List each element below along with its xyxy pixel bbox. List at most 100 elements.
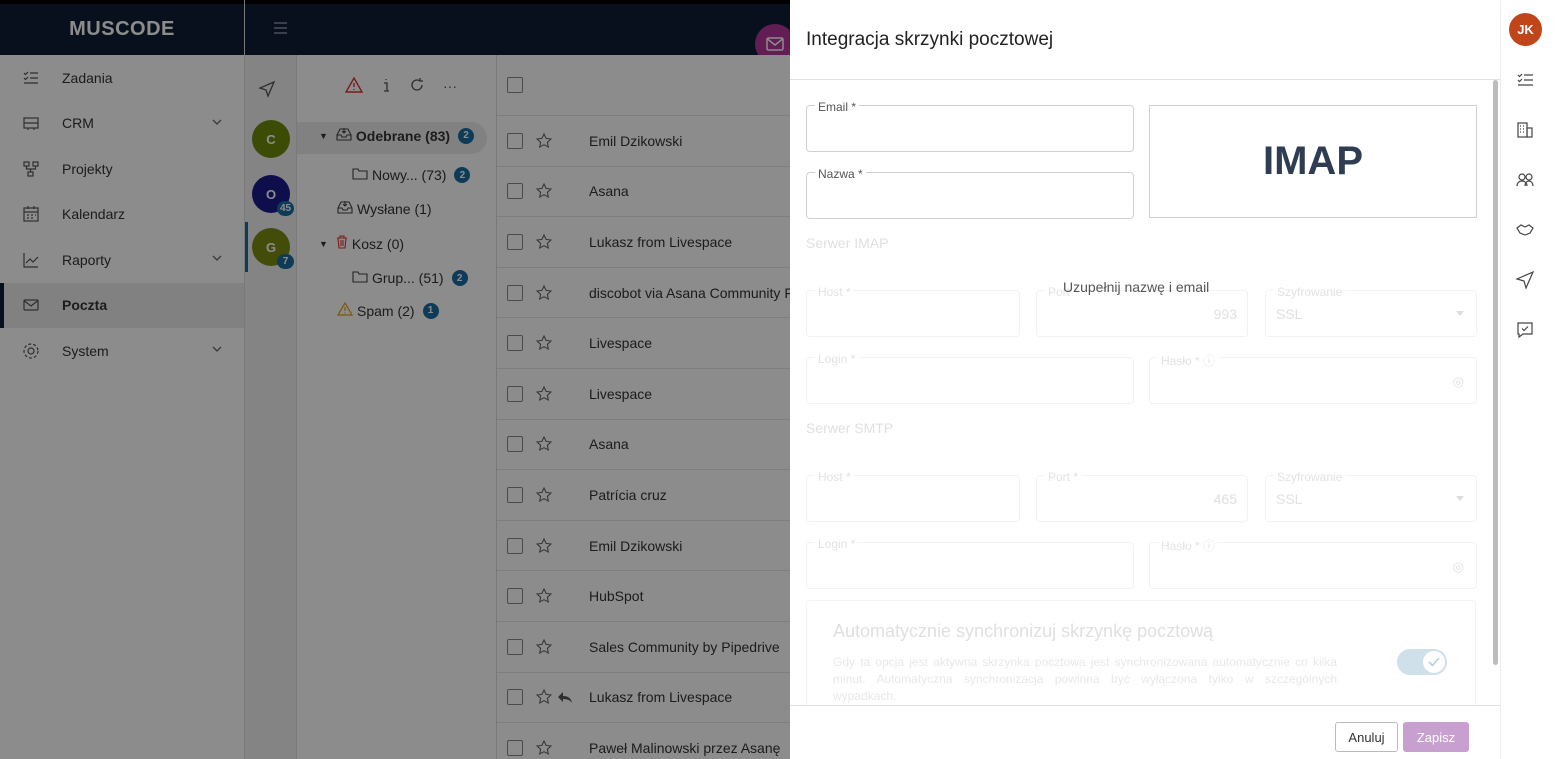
mail-checkbox[interactable] bbox=[507, 335, 523, 352]
chevron-down-icon[interactable] bbox=[210, 115, 224, 129]
mail-row[interactable]: Emil Dzikowski bbox=[497, 116, 797, 167]
mail-checkbox[interactable] bbox=[507, 537, 523, 554]
mail-row[interactable]: Sales Community by Pipedrive bbox=[497, 622, 797, 673]
cancel-button[interactable]: Anuluj bbox=[1335, 722, 1398, 752]
mail-row[interactable]: discobot via Asana Community Fo bbox=[497, 268, 801, 319]
star-icon[interactable] bbox=[535, 587, 553, 605]
mail-sender: Sales Community by Pipedrive bbox=[589, 638, 780, 655]
sidebar-item-raporty[interactable]: Raporty bbox=[0, 237, 244, 283]
folder-item[interactable]: Nowy... (73) 2 bbox=[352, 167, 471, 183]
account-avatar[interactable]: C bbox=[252, 120, 290, 158]
contacts-icon[interactable] bbox=[1515, 170, 1535, 190]
star-icon[interactable] bbox=[535, 638, 553, 656]
info-icon[interactable] bbox=[381, 77, 391, 96]
mail-checkbox[interactable] bbox=[507, 183, 523, 200]
smtp-password-field[interactable]: Hasło * ⓘ ◎ bbox=[1149, 537, 1477, 589]
star-icon[interactable] bbox=[535, 537, 553, 555]
folder-item[interactable]: ▼ Kosz (0) bbox=[319, 235, 404, 252]
sidebar-item-projekty[interactable]: Projekty bbox=[0, 146, 244, 192]
folder-item[interactable]: ▼ Odebrane (83) 2 bbox=[319, 127, 475, 144]
mail-sender: Livespace bbox=[589, 335, 653, 352]
mail-checkbox[interactable] bbox=[507, 284, 523, 301]
mail-row[interactable]: Patrícia cruz bbox=[497, 470, 797, 521]
account-avatar[interactable]: G7 bbox=[252, 228, 294, 269]
imap-host-field[interactable]: Host * bbox=[806, 285, 1020, 337]
sidebar-item-poczta[interactable]: Poczta bbox=[0, 282, 244, 328]
folder-label: Nowy... (73) bbox=[372, 167, 447, 183]
send-icon[interactable] bbox=[258, 80, 276, 101]
more-icon[interactable]: ··· bbox=[443, 78, 457, 94]
sidebar-item-kalendarz[interactable]: Kalendarz bbox=[0, 192, 244, 238]
mail-checkbox[interactable] bbox=[507, 588, 523, 605]
mail-row[interactable]: HubSpot bbox=[497, 571, 797, 622]
folder-item[interactable]: Spam (2) 1 bbox=[336, 301, 439, 319]
sidebar-nav: Zadania CRM Projekty Kalendarz Raporty Poczta… bbox=[0, 55, 244, 374]
save-button[interactable]: Zapisz bbox=[1403, 722, 1469, 752]
chevron-down-icon[interactable] bbox=[210, 251, 224, 265]
mail-row[interactable]: Lukasz from Livespace bbox=[497, 217, 797, 268]
mail-checkbox[interactable] bbox=[507, 132, 523, 149]
mail-checkbox[interactable] bbox=[507, 689, 523, 706]
mail-row[interactable]: Emil Dzikowski bbox=[497, 521, 797, 572]
star-icon[interactable] bbox=[535, 334, 553, 352]
smtp-port-field[interactable]: Port * 465 bbox=[1036, 470, 1248, 522]
deals-icon[interactable] bbox=[1515, 220, 1535, 240]
chevron-down-icon[interactable] bbox=[210, 342, 224, 356]
mail-row[interactable]: Paweł Malinowski przez Asanę bbox=[497, 723, 797, 759]
imap-encryption-select[interactable]: Szyfrowanie SSL bbox=[1265, 285, 1477, 337]
mail-checkbox[interactable] bbox=[507, 638, 523, 655]
email-field[interactable]: Email * bbox=[806, 100, 1134, 152]
mail-row[interactable]: Livespace bbox=[497, 318, 797, 369]
mail-row[interactable]: Asana bbox=[497, 420, 797, 471]
smtp-login-field[interactable]: Login * bbox=[806, 537, 1134, 589]
star-icon[interactable] bbox=[535, 435, 553, 453]
star-icon[interactable] bbox=[535, 233, 553, 251]
caret-down-icon[interactable]: ▼ bbox=[319, 239, 328, 249]
mail-checkbox[interactable] bbox=[507, 385, 523, 402]
sidebar-item-crm[interactable]: CRM bbox=[0, 101, 244, 147]
mail-row[interactable]: Lukasz from Livespace bbox=[497, 673, 797, 724]
right-rail: JK bbox=[1500, 0, 1555, 759]
companies-icon[interactable] bbox=[1515, 120, 1535, 140]
star-icon[interactable] bbox=[535, 284, 553, 302]
tasks-icon[interactable] bbox=[1515, 70, 1535, 90]
star-icon[interactable] bbox=[535, 688, 553, 706]
mail-checkbox[interactable] bbox=[507, 739, 523, 756]
star-icon[interactable] bbox=[535, 385, 553, 403]
user-avatar[interactable]: JK bbox=[1509, 13, 1542, 46]
sidebar: MUSCODE Zadania CRM Projekty Kalendarz Rapor… bbox=[0, 0, 245, 759]
eye-off-icon[interactable]: ◎ bbox=[1453, 374, 1464, 390]
sidebar-item-system[interactable]: System bbox=[0, 328, 244, 374]
star-icon[interactable] bbox=[535, 132, 553, 150]
smtp-host-field[interactable]: Host * bbox=[806, 470, 1020, 522]
mail-checkbox[interactable] bbox=[507, 436, 523, 453]
menu-icon[interactable] bbox=[273, 21, 291, 35]
imap-login-field[interactable]: Login * bbox=[806, 352, 1134, 404]
folder-item[interactable]: Grup... (51) 2 bbox=[352, 270, 468, 286]
mail-checkbox[interactable] bbox=[507, 233, 523, 250]
name-field[interactable]: Nazwa * bbox=[806, 167, 1134, 219]
chat-check-icon[interactable] bbox=[1515, 320, 1535, 340]
auto-sync-toggle[interactable] bbox=[1397, 649, 1447, 675]
mail-checkbox[interactable] bbox=[507, 486, 523, 503]
star-icon[interactable] bbox=[535, 182, 553, 200]
mail-sender: Livespace bbox=[589, 385, 653, 402]
eye-off-icon[interactable]: ◎ bbox=[1453, 559, 1464, 575]
panel-scrollbar[interactable] bbox=[1493, 80, 1498, 665]
caret-down-icon[interactable]: ▼ bbox=[319, 131, 328, 141]
folder-item[interactable]: Wysłane (1) bbox=[337, 200, 432, 217]
imap-port-field[interactable]: Port * 993 bbox=[1036, 285, 1248, 337]
mail-list-header bbox=[497, 55, 797, 116]
mail-row[interactable]: Asana bbox=[497, 167, 797, 218]
smtp-encryption-select[interactable]: Szyfrowanie SSL bbox=[1265, 470, 1477, 522]
warning-icon[interactable] bbox=[344, 76, 364, 96]
account-avatar[interactable]: O 45 bbox=[252, 175, 294, 216]
send-icon[interactable] bbox=[1515, 270, 1535, 290]
mail-row[interactable]: Livespace bbox=[497, 369, 797, 420]
star-icon[interactable] bbox=[535, 486, 553, 504]
refresh-icon[interactable] bbox=[409, 77, 425, 96]
select-all-checkbox[interactable] bbox=[507, 77, 523, 93]
sidebar-item-zadania[interactable]: Zadania bbox=[0, 55, 244, 101]
imap-password-field[interactable]: Hasło * ⓘ ◎ bbox=[1149, 352, 1477, 404]
star-icon[interactable] bbox=[535, 739, 553, 757]
